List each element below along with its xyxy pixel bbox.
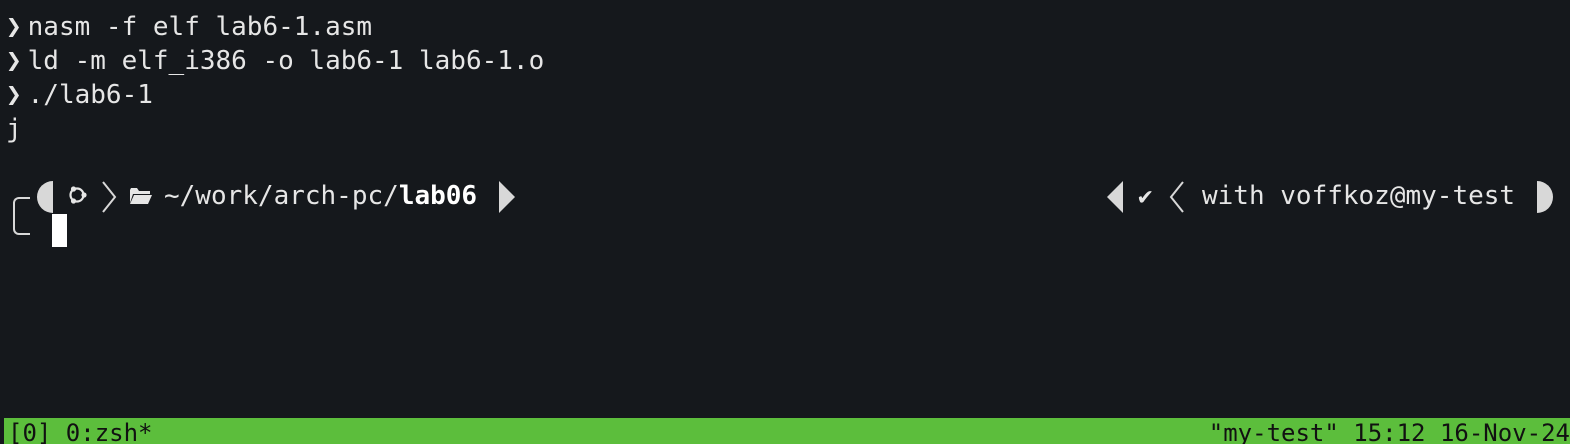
program-output: j [6, 114, 22, 144]
history-line: ❯ nasm -f elf lab6-1.asm [6, 10, 372, 44]
command-text: ld -m elf_i386 -o lab6-1 lab6-1.o [27, 46, 545, 76]
prompt-chevron: ❯ [6, 46, 22, 76]
tmux-window-list[interactable]: [0] 0:zsh* [8, 418, 153, 444]
right-round-cap-icon [1537, 181, 1553, 213]
history-line: ❯ ./lab6-1 [6, 78, 153, 112]
path-prefix: ~/work/arch-pc/ [164, 181, 399, 211]
history-line: ❯ ld -m elf_i386 -o lab6-1 lab6-1.o [6, 44, 544, 78]
thin-separator-left-icon [1169, 181, 1184, 213]
command-text: nasm -f elf lab6-1.asm [27, 12, 373, 42]
current-path: ~/work/arch-pc/lab06 [164, 176, 477, 216]
prompt-chevron: ❯ [6, 80, 22, 110]
status-check-icon: ✔ [1138, 182, 1153, 210]
command-text: ./lab6-1 [27, 80, 153, 110]
folder-open-icon [130, 188, 152, 204]
thin-separator-icon [102, 181, 117, 213]
tmux-session-clock: "my-test" 15:12 16-Nov-24 [1208, 419, 1570, 444]
tmux-status-bar: [0] 0:zsh* "my-test" 15:12 16-Nov-24 [4, 418, 1570, 444]
right-arrow-cap-icon [499, 181, 515, 213]
user-host-context: with voffkoz@my-test [1202, 181, 1516, 211]
path-current-dir: lab06 [398, 181, 478, 211]
left-arrow-cap-icon [1107, 181, 1123, 213]
terminal-cursor[interactable] [52, 214, 67, 247]
ubuntu-icon [69, 186, 87, 204]
prompt-chevron: ❯ [6, 12, 22, 42]
left-round-cap-icon [37, 181, 53, 213]
